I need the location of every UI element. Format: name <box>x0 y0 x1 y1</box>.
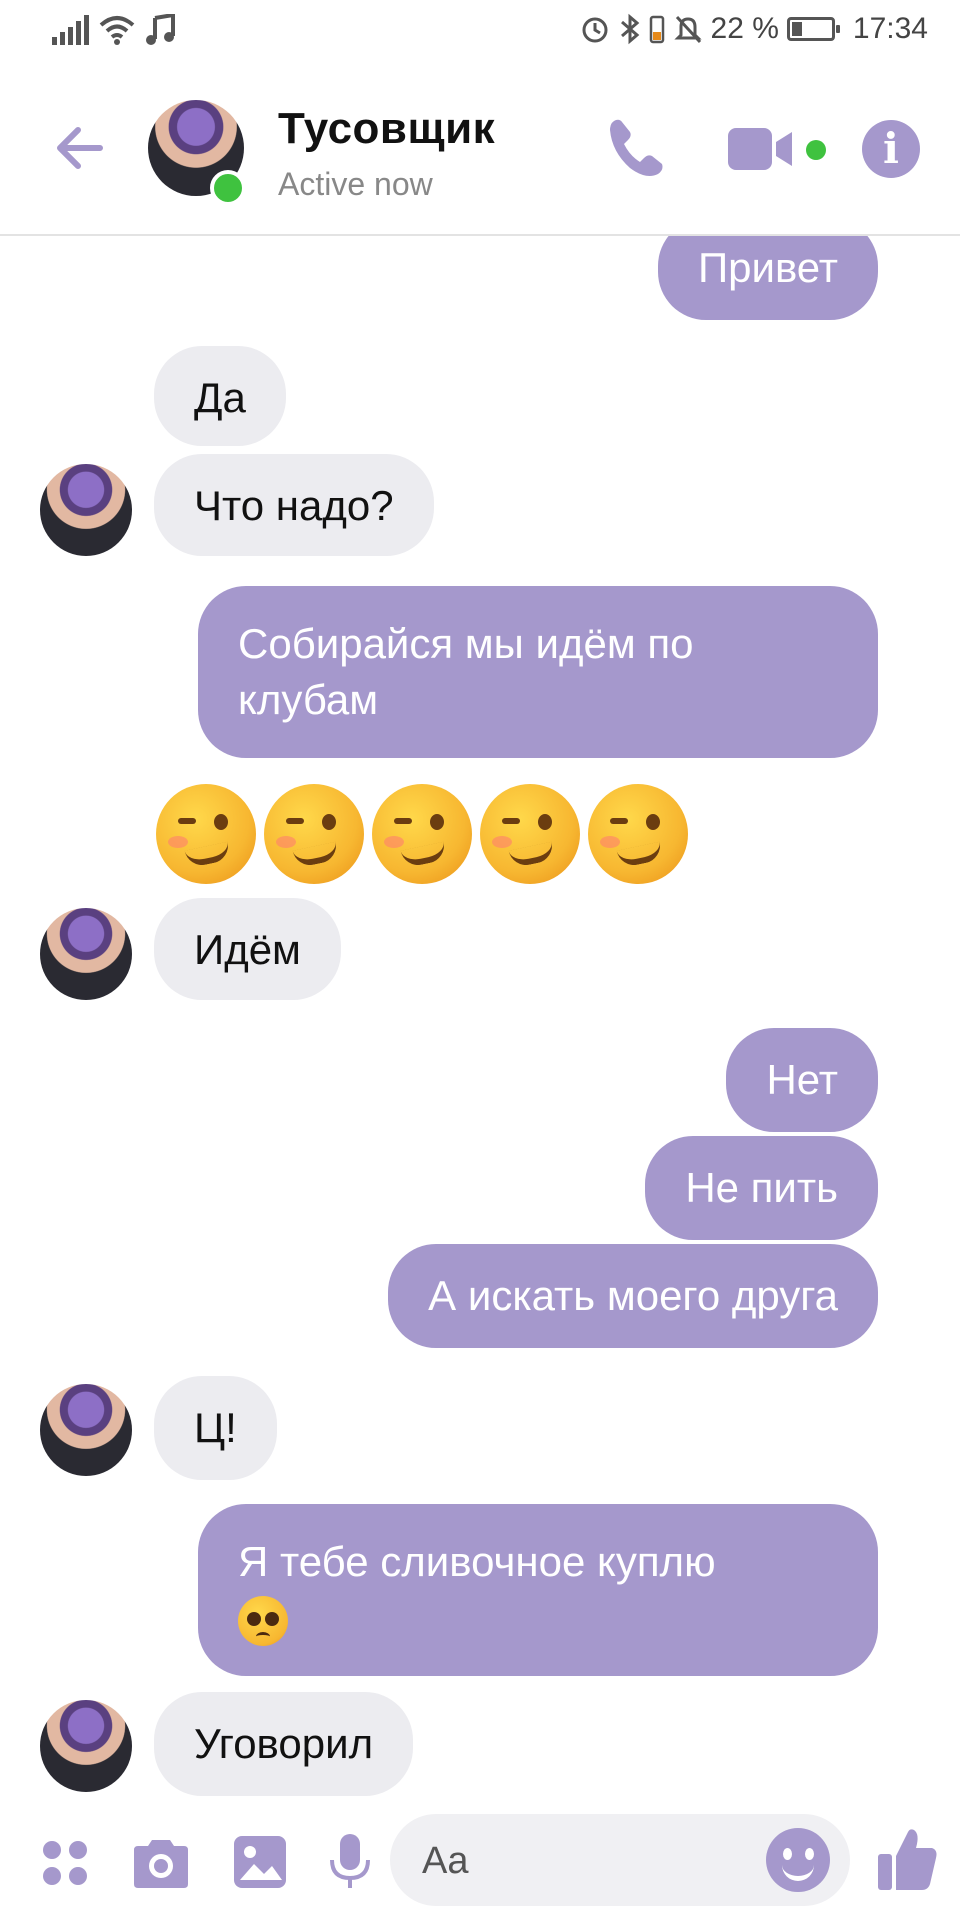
contact-name[interactable]: Тусовщик <box>278 104 495 154</box>
sender-avatar[interactable] <box>40 908 132 1000</box>
online-indicator <box>210 170 246 206</box>
woozy-face-icon <box>588 784 688 884</box>
emoji-message[interactable] <box>156 784 688 884</box>
message-incoming[interactable]: Что надо? <box>154 454 434 556</box>
gallery-icon[interactable] <box>232 1834 288 1890</box>
woozy-face-icon <box>372 784 472 884</box>
composer-bar <box>0 1800 960 1920</box>
bluetooth-icon <box>620 13 639 45</box>
message-outgoing[interactable]: Нет <box>726 1028 878 1132</box>
battery-percent: 22 % <box>710 12 779 45</box>
alarm-icon <box>582 17 608 43</box>
mute-icon <box>673 15 702 44</box>
message-incoming[interactable]: Уговорил <box>154 1692 414 1796</box>
camera-icon[interactable] <box>130 1836 192 1890</box>
info-icon[interactable]: i <box>862 120 920 178</box>
sender-avatar[interactable] <box>40 1700 132 1792</box>
sender-avatar[interactable] <box>40 1384 132 1476</box>
woozy-face-icon <box>480 784 580 884</box>
message-outgoing[interactable]: Я тебе сливочное куплю <box>198 1504 878 1676</box>
message-incoming[interactable]: Да <box>154 346 286 446</box>
video-camera-icon[interactable] <box>726 124 798 174</box>
message-incoming[interactable]: Ц! <box>154 1376 277 1480</box>
contact-status: Active now <box>278 166 433 202</box>
conversation-header: Тусовщик Active now i <box>0 66 960 236</box>
pleading-face-icon <box>238 1595 288 1646</box>
message-outgoing[interactable]: Привет <box>657 236 878 320</box>
music-icon <box>146 14 175 45</box>
battery-icon <box>786 17 840 41</box>
video-active-dot <box>806 140 826 160</box>
woozy-face-icon <box>156 784 256 884</box>
apps-grid-icon[interactable] <box>40 1838 90 1888</box>
message-outgoing[interactable]: Собирайся мы идём по клубам <box>198 586 878 758</box>
message-outgoing[interactable]: А искать моего друга <box>388 1244 878 1348</box>
message-input[interactable] <box>420 1814 744 1908</box>
emoji-icon[interactable] <box>766 1828 830 1892</box>
message-incoming[interactable]: Идём <box>154 898 341 1000</box>
message-text: Я тебе сливочное куплю <box>238 1538 716 1585</box>
sender-avatar[interactable] <box>40 464 132 556</box>
clock: 17:34 <box>852 12 928 45</box>
status-left <box>52 14 175 46</box>
phone-battery-icon <box>649 15 664 44</box>
status-right: 22 % 17:34 <box>579 12 928 46</box>
woozy-face-icon <box>264 784 364 884</box>
back-arrow-icon[interactable] <box>52 118 112 178</box>
signal-icon <box>52 15 89 45</box>
phone-icon[interactable] <box>600 112 672 184</box>
message-list[interactable]: Привет Да Что надо? Собирайся мы идём по… <box>0 236 960 1796</box>
thumbs-up-icon[interactable] <box>876 1826 938 1892</box>
status-bar: 22 % 17:34 <box>0 0 960 66</box>
microphone-icon[interactable] <box>328 1832 372 1892</box>
message-input-container[interactable] <box>390 1814 850 1908</box>
message-outgoing[interactable]: Не пить <box>645 1136 878 1240</box>
wifi-icon <box>99 16 135 45</box>
